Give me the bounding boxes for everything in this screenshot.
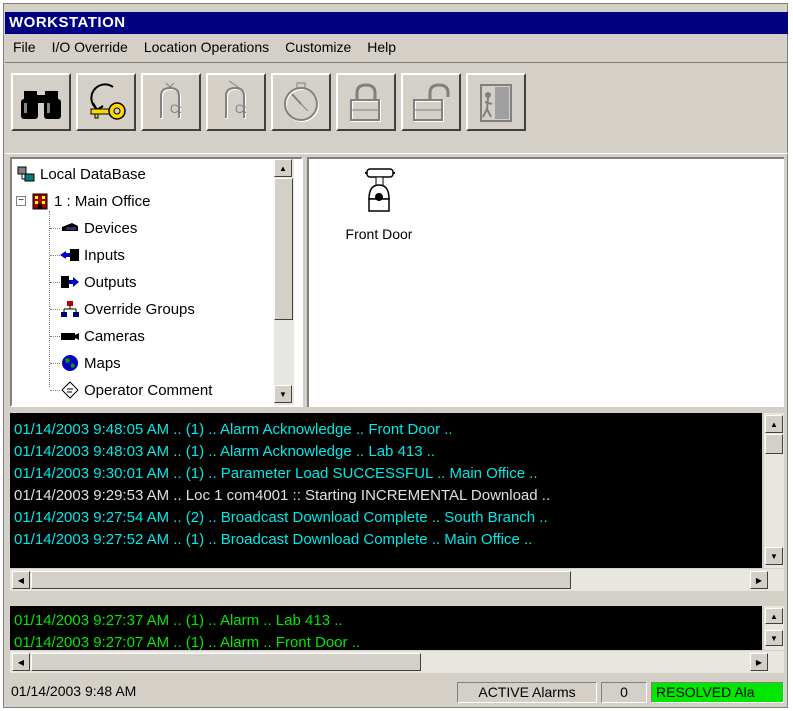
menu-file[interactable]: File	[5, 36, 44, 58]
scroll-right-icon[interactable]: ▶	[750, 653, 768, 671]
scroll-left-icon[interactable]: ◀	[12, 653, 30, 671]
tree-label: Outputs	[84, 273, 137, 291]
toolbar: C: C:	[5, 62, 788, 154]
acknowledge-button[interactable]	[76, 73, 136, 131]
event-log-hscroll[interactable]: ◀ ▶	[10, 569, 784, 591]
alarm-log-hscroll[interactable]: ◀ ▶	[10, 651, 784, 673]
alarm-log: 01/14/2003 9:27:37 AM .. (1) .. Alarm ..…	[10, 606, 762, 650]
resolved-alarms-label: RESOLVED Ala	[651, 682, 784, 703]
scroll-thumb[interactable]	[274, 178, 293, 320]
tree-item-inputs[interactable]: Inputs	[50, 244, 125, 266]
event-log: 01/14/2003 9:48:05 AM .. (1) .. Alarm Ac…	[10, 413, 762, 568]
input-icon	[60, 246, 80, 264]
tree-item-cameras[interactable]: Cameras	[50, 325, 145, 347]
status-datetime: 01/14/2003 9:48 AM	[11, 683, 137, 699]
device-view-pane: Front Door	[307, 157, 784, 407]
event-log-entry[interactable]: 01/14/2003 9:27:54 AM .. (2) .. Broadcas…	[10, 507, 762, 529]
menu-io-override[interactable]: I/O Override	[44, 36, 136, 58]
svg-text:C:: C:	[170, 102, 182, 116]
scroll-down-icon[interactable]: ▼	[274, 385, 292, 403]
alarm-silence-icon: C:	[225, 80, 247, 119]
tree-label: Maps	[84, 354, 121, 372]
menu-bar: File I/O Override Location Operations Cu…	[5, 36, 788, 58]
tree-item-outputs[interactable]: Outputs	[50, 271, 137, 293]
tree-label: Operator Comment	[84, 381, 213, 399]
globe-icon	[60, 354, 80, 372]
unlock-icon	[413, 83, 450, 122]
tree-label: 1 : Main Office	[54, 192, 151, 210]
menu-help[interactable]: Help	[359, 36, 404, 58]
collapse-icon[interactable]: −	[16, 196, 26, 206]
window-title: WORKSTATION	[5, 12, 788, 34]
scroll-up-icon[interactable]: ▲	[274, 159, 292, 177]
event-log-entry[interactable]: 01/14/2003 9:27:52 AM .. (1) .. Broadcas…	[10, 529, 762, 551]
tree-item-override-groups[interactable]: Override Groups	[50, 298, 195, 320]
event-log-entry[interactable]: 01/14/2003 9:48:03 AM .. (1) .. Alarm Ac…	[10, 441, 762, 463]
key-acknowledge-icon	[90, 83, 126, 120]
output-icon	[60, 273, 80, 291]
alarm-log-vscroll[interactable]: ▲ ▼	[764, 606, 784, 650]
location-tree: Local DataBase − 1 : Main Office Devices…	[12, 159, 274, 405]
device-label: Front Door	[345, 226, 413, 242]
scroll-down-icon[interactable]: ▼	[765, 630, 783, 646]
event-log-vscroll[interactable]: ▲ ▼	[764, 413, 784, 568]
tree-label: Cameras	[84, 327, 145, 345]
tree-scrollbar[interactable]: ▲ ▼	[274, 159, 294, 405]
active-alarms-count: 0	[601, 682, 647, 703]
event-log-entry[interactable]: 01/14/2003 9:48:05 AM .. (1) .. Alarm Ac…	[10, 419, 762, 441]
event-log-entry[interactable]: 01/14/2003 9:30:01 AM .. (1) .. Paramete…	[10, 463, 762, 485]
scroll-left-icon[interactable]: ◀	[12, 571, 30, 589]
alarm-log-entry[interactable]: 01/14/2003 9:27:07 AM .. (1) .. Alarm ..…	[10, 632, 762, 650]
building-icon	[30, 192, 50, 210]
alarm-tone-button: C:	[141, 73, 201, 131]
active-alarms-label: ACTIVE Alarms	[457, 682, 597, 703]
scroll-up-icon[interactable]: ▲	[765, 415, 783, 433]
alarm-silence-button: C:	[206, 73, 266, 131]
lock-button	[336, 73, 396, 131]
find-button[interactable]	[11, 73, 71, 131]
tree-label: Devices	[84, 219, 138, 237]
lock-icon	[350, 83, 381, 122]
tree-item-operator-comment[interactable]: Operator Comment	[50, 379, 212, 401]
tree-item-maps[interactable]: Maps	[50, 352, 121, 374]
scroll-up-icon[interactable]: ▲	[765, 608, 783, 624]
tree-item-devices[interactable]: Devices	[50, 217, 137, 239]
camera-icon	[60, 327, 80, 345]
status-bar: 01/14/2003 9:48 AM ACTIVE Alarms 0 RESOL…	[5, 680, 788, 704]
hierarchy-icon	[60, 300, 80, 318]
device-icon	[60, 219, 80, 237]
timer-button	[271, 73, 331, 131]
alarm-log-entry[interactable]: 01/14/2003 9:27:37 AM .. (1) .. Alarm ..…	[10, 610, 762, 632]
scroll-down-icon[interactable]: ▼	[765, 547, 783, 565]
scroll-thumb[interactable]	[31, 653, 421, 671]
unlock-button	[401, 73, 461, 131]
front-door-device[interactable]: Front Door	[329, 167, 429, 242]
comment-icon	[60, 381, 80, 399]
exit-button	[466, 73, 526, 131]
stopwatch-icon	[284, 82, 319, 122]
tree-label: Local DataBase	[40, 165, 146, 183]
tree-label: Override Groups	[84, 300, 195, 318]
exit-door-icon	[480, 84, 512, 122]
tree-label: Inputs	[84, 246, 125, 264]
svg-text:C:: C:	[235, 102, 247, 116]
event-log-entry[interactable]: 01/14/2003 9:29:53 AM .. Loc 1 com4001 :…	[10, 485, 762, 507]
network-database-icon	[16, 165, 36, 183]
alarm-tone-icon: C:	[160, 82, 182, 119]
binoculars-icon	[21, 91, 61, 119]
door-reader-icon	[365, 168, 395, 212]
tree-item-main-office[interactable]: − 1 : Main Office	[16, 190, 150, 212]
tree-pane: Local DataBase − 1 : Main Office Devices…	[10, 157, 303, 407]
menu-location-operations[interactable]: Location Operations	[136, 36, 277, 58]
scroll-thumb[interactable]	[765, 434, 783, 454]
tree-item-local-database[interactable]: Local DataBase	[16, 163, 146, 185]
scroll-thumb[interactable]	[31, 571, 571, 589]
scroll-right-icon[interactable]: ▶	[750, 571, 768, 589]
menu-customize[interactable]: Customize	[277, 36, 359, 58]
